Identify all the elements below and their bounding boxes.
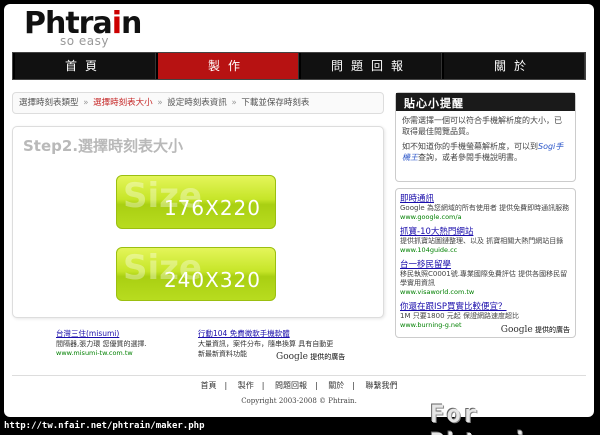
footer-link-about[interactable]: 關於 <box>328 381 344 390</box>
google-logo: Google <box>500 325 533 335</box>
ads-badge-label: 提供的廣告 <box>310 353 346 361</box>
footer-link-make[interactable]: 製作 <box>238 381 254 390</box>
footer-link-contact[interactable]: 聯繫我們 <box>366 381 398 390</box>
nav-item-about[interactable]: 關於 <box>442 53 585 79</box>
side-ad-item[interactable]: 即時通訊 Google 為您網域的所有使用者 提供免費即時通訊服務 www.go… <box>400 192 571 221</box>
tips-text-2: 如不知道你的手機螢幕解析度，可以到Sogi手機王查詢，或者參閱手機說明書。 <box>402 142 564 162</box>
footer-divider <box>12 375 586 376</box>
nav-item-home[interactable]: 首頁 <box>13 53 156 79</box>
footer-links: 首頁 | 製作 | 問題回報 | 關於 | 聯繫我們 <box>200 381 398 390</box>
tips-header: 貼心小提醒 <box>396 93 575 111</box>
ad-title[interactable]: 抓寶-10大熱門網站 <box>400 225 571 237</box>
size-label: 176X220 <box>163 196 261 220</box>
ad-desc: 間隔器,張力環 您優質的選擇. <box>56 340 147 348</box>
main-nav: 首頁 製作 問題回報 關於 <box>12 52 586 80</box>
footer-link-report[interactable]: 問題回報 <box>275 381 307 390</box>
side-ad-item[interactable]: 抓寶-10大熱門網站 提供抓寶站圖鏈整理、以及 抓寶相關大熱門網站目錄 www.… <box>400 225 571 254</box>
logo-tagline: so easy <box>60 34 109 48</box>
breadcrumb-separator: » <box>157 98 163 108</box>
nav-item-report[interactable]: 問題回報 <box>299 53 442 79</box>
ad-title[interactable]: 即時通訊 <box>400 192 571 204</box>
size-240x320-button[interactable]: Size 240X320 <box>116 247 276 301</box>
ads-by-google-badge[interactable]: Google 提供的廣告 <box>501 325 570 335</box>
ad-desc: 提供抓寶站圖鏈整理、以及 抓寶相關大熱門網站目錄 <box>400 237 564 245</box>
breadcrumb-separator: » <box>231 98 237 108</box>
page-url-caption: http://tw.nfair.net/phtrain/maker.php <box>4 421 205 431</box>
breadcrumb-item-current: 選擇時刻表大小 <box>93 98 153 108</box>
footer-link-home[interactable]: 首頁 <box>201 381 217 390</box>
bottom-ad-left[interactable]: 台灣三住(misumi) 間隔器,張力環 您優質的選擇. www.misumi-… <box>56 328 196 357</box>
ad-url: www.visaworld.com.tw <box>400 288 475 296</box>
side-ad-box: 即時通訊 Google 為您網域的所有使用者 提供免費即時通訊服務 www.go… <box>395 188 576 338</box>
step-title: Step2.選擇時刻表大小 <box>23 137 184 155</box>
browser-page: Phtrain so easy 首頁 製作 問題回報 關於 選擇時刻表類型 » … <box>4 4 594 417</box>
side-ad-item[interactable]: 台一移民留學 移民執照C0001號.專業國際免費評估 提供各國移民留學實用資訊 … <box>400 258 571 296</box>
nav-item-make[interactable]: 製作 <box>156 53 299 79</box>
breadcrumb-item[interactable]: 選擇時刻表類型 <box>19 98 79 108</box>
ad-url: www.google.com/a <box>400 213 462 221</box>
size-selection-panel: Step2.選擇時刻表大小 Size 176X220 Size 240X320 <box>12 126 384 318</box>
ad-desc: Google 為您網域的所有使用者 提供免費即時通訊服務 <box>400 204 570 212</box>
site-logo[interactable]: Phtrain so easy <box>24 7 142 49</box>
bottom-ad-block: 台灣三住(misumi) 間隔器,張力環 您優質的選擇. www.misumi-… <box>56 328 345 366</box>
breadcrumb: 選擇時刻表類型 » 選擇時刻表大小 » 設定時刻表資訊 » 下載並保存時刻表 <box>12 92 384 114</box>
ad-url: www.misumi-tw.com.tw <box>56 349 133 357</box>
ad-title[interactable]: 台灣三住(misumi) <box>56 328 196 339</box>
breadcrumb-item: 下載並保存時刻表 <box>241 98 310 108</box>
ads-by-google-badge[interactable]: Google 提供的廣告 <box>276 352 345 362</box>
watermark-text: For Phtrain <box>430 400 543 435</box>
ad-url: www.104guide.cc <box>400 246 458 254</box>
size-label: 240X320 <box>163 268 261 292</box>
ad-title[interactable]: 你還在跟ISP買實比較便宜？ <box>400 300 571 312</box>
ad-desc: 移民執照C0001號.專業國際免費評估 提供各國移民留學實用資訊 <box>400 270 568 287</box>
ad-desc: 1M 只要1800 元起 保證網路速度超比 <box>400 312 519 320</box>
breadcrumb-separator: » <box>83 98 89 108</box>
tips-text: 你需選擇一個可以符合手機解析度的大小，已取得最佳閱覽品質。 <box>402 116 562 136</box>
ads-badge-label: 提供的廣告 <box>535 326 570 334</box>
ad-title[interactable]: 行動104 免費徵軟手機軟體 <box>198 328 338 339</box>
size-176x220-button[interactable]: Size 176X220 <box>116 175 276 229</box>
breadcrumb-item: 設定時刻表資訊 <box>167 98 227 108</box>
google-logo: Google <box>276 352 308 362</box>
ad-title[interactable]: 台一移民留學 <box>400 258 571 270</box>
tips-box: 貼心小提醒 你需選擇一個可以符合手機解析度的大小，已取得最佳閱覽品質。 如不知道… <box>395 92 576 182</box>
